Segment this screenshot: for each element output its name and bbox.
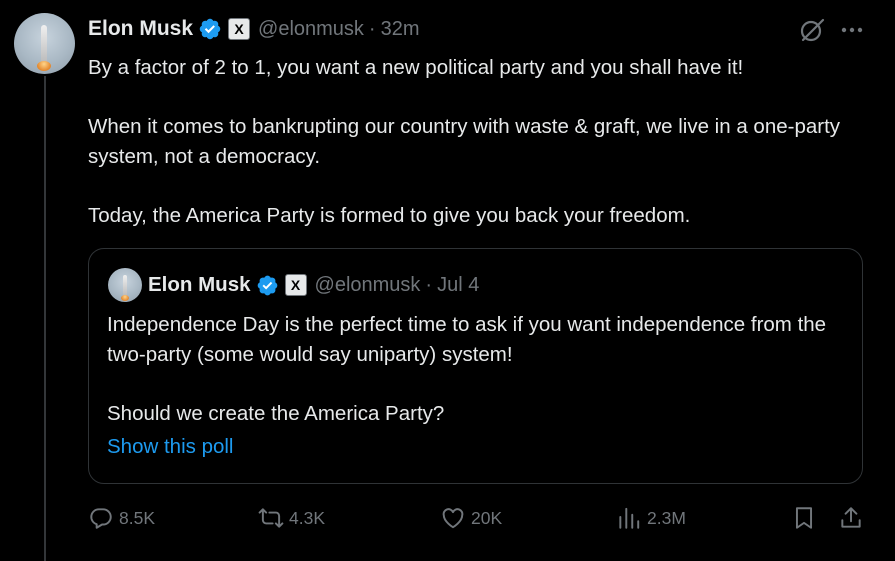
like-button[interactable]: 20K (440, 503, 502, 533)
share-icon (841, 507, 861, 528)
reply-icon (90, 508, 112, 529)
tweet-header: Elon Musk X @elonmusk · 32m (88, 14, 420, 44)
rocket-flame-image (37, 61, 51, 71)
tweet-actions-bar: 8.5K 4.3K 20K 2.3M (88, 503, 868, 533)
thread-connector-line (44, 76, 46, 561)
quoted-tweet-timestamp: Jul 4 (437, 273, 480, 296)
repost-button[interactable]: 4.3K (258, 503, 325, 533)
author-name[interactable]: Elon Musk (88, 17, 193, 41)
repost-count: 4.3K (289, 507, 325, 528)
avatar[interactable] (14, 13, 75, 74)
quoted-author-handle: @elonmusk (314, 273, 421, 296)
separator-dot: · (368, 17, 376, 40)
tweet-paragraph: When it comes to bankrupting our country… (88, 115, 841, 168)
heart-icon (442, 508, 464, 529)
rocket-flame-image (121, 295, 129, 301)
more-options-icon[interactable] (838, 16, 866, 44)
repost-icon (258, 508, 284, 528)
x-logo-icon: X (284, 274, 307, 296)
quoted-avatar (108, 268, 142, 302)
reply-button[interactable]: 8.5K (88, 503, 155, 533)
show-poll-link[interactable]: Show this poll (107, 435, 233, 459)
verified-badge-icon (199, 18, 221, 40)
bookmark-button[interactable] (791, 503, 817, 533)
quoted-author-name: Elon Musk (148, 273, 251, 296)
views-button[interactable]: 2.3M (616, 503, 686, 533)
tweet-paragraph: Today, the America Party is formed to gi… (88, 203, 691, 227)
quoted-paragraph: Independence Day is the perfect time to … (107, 313, 827, 366)
quoted-tweet-header: Elon Musk X @elonmusk · Jul 4 (148, 270, 479, 300)
author-handle[interactable]: @elonmusk (258, 18, 364, 41)
views-count: 2.3M (647, 507, 686, 528)
quoted-paragraph: Should we create the America Party? (107, 401, 445, 425)
separator-dot: · (425, 273, 433, 296)
rocket-image (41, 25, 47, 65)
share-button[interactable] (838, 503, 864, 533)
views-chart-icon (619, 507, 640, 529)
x-logo-icon: X (228, 18, 251, 40)
like-count: 20K (471, 507, 503, 528)
tweet-timestamp[interactable]: 32m (381, 18, 420, 41)
reply-count: 8.5K (119, 507, 155, 528)
rocket-image (123, 275, 127, 297)
bookmark-icon (795, 507, 813, 529)
tweet-body: By a factor of 2 to 1, you want a new po… (88, 53, 878, 230)
tweet-paragraph: By a factor of 2 to 1, you want a new po… (88, 56, 744, 79)
quoted-tweet-card[interactable]: Elon Musk X @elonmusk · Jul 4 Independen… (88, 248, 863, 484)
verified-badge-icon (257, 275, 277, 295)
quoted-tweet-body: Independence Day is the perfect time to … (107, 310, 847, 428)
grok-icon[interactable] (798, 16, 826, 44)
